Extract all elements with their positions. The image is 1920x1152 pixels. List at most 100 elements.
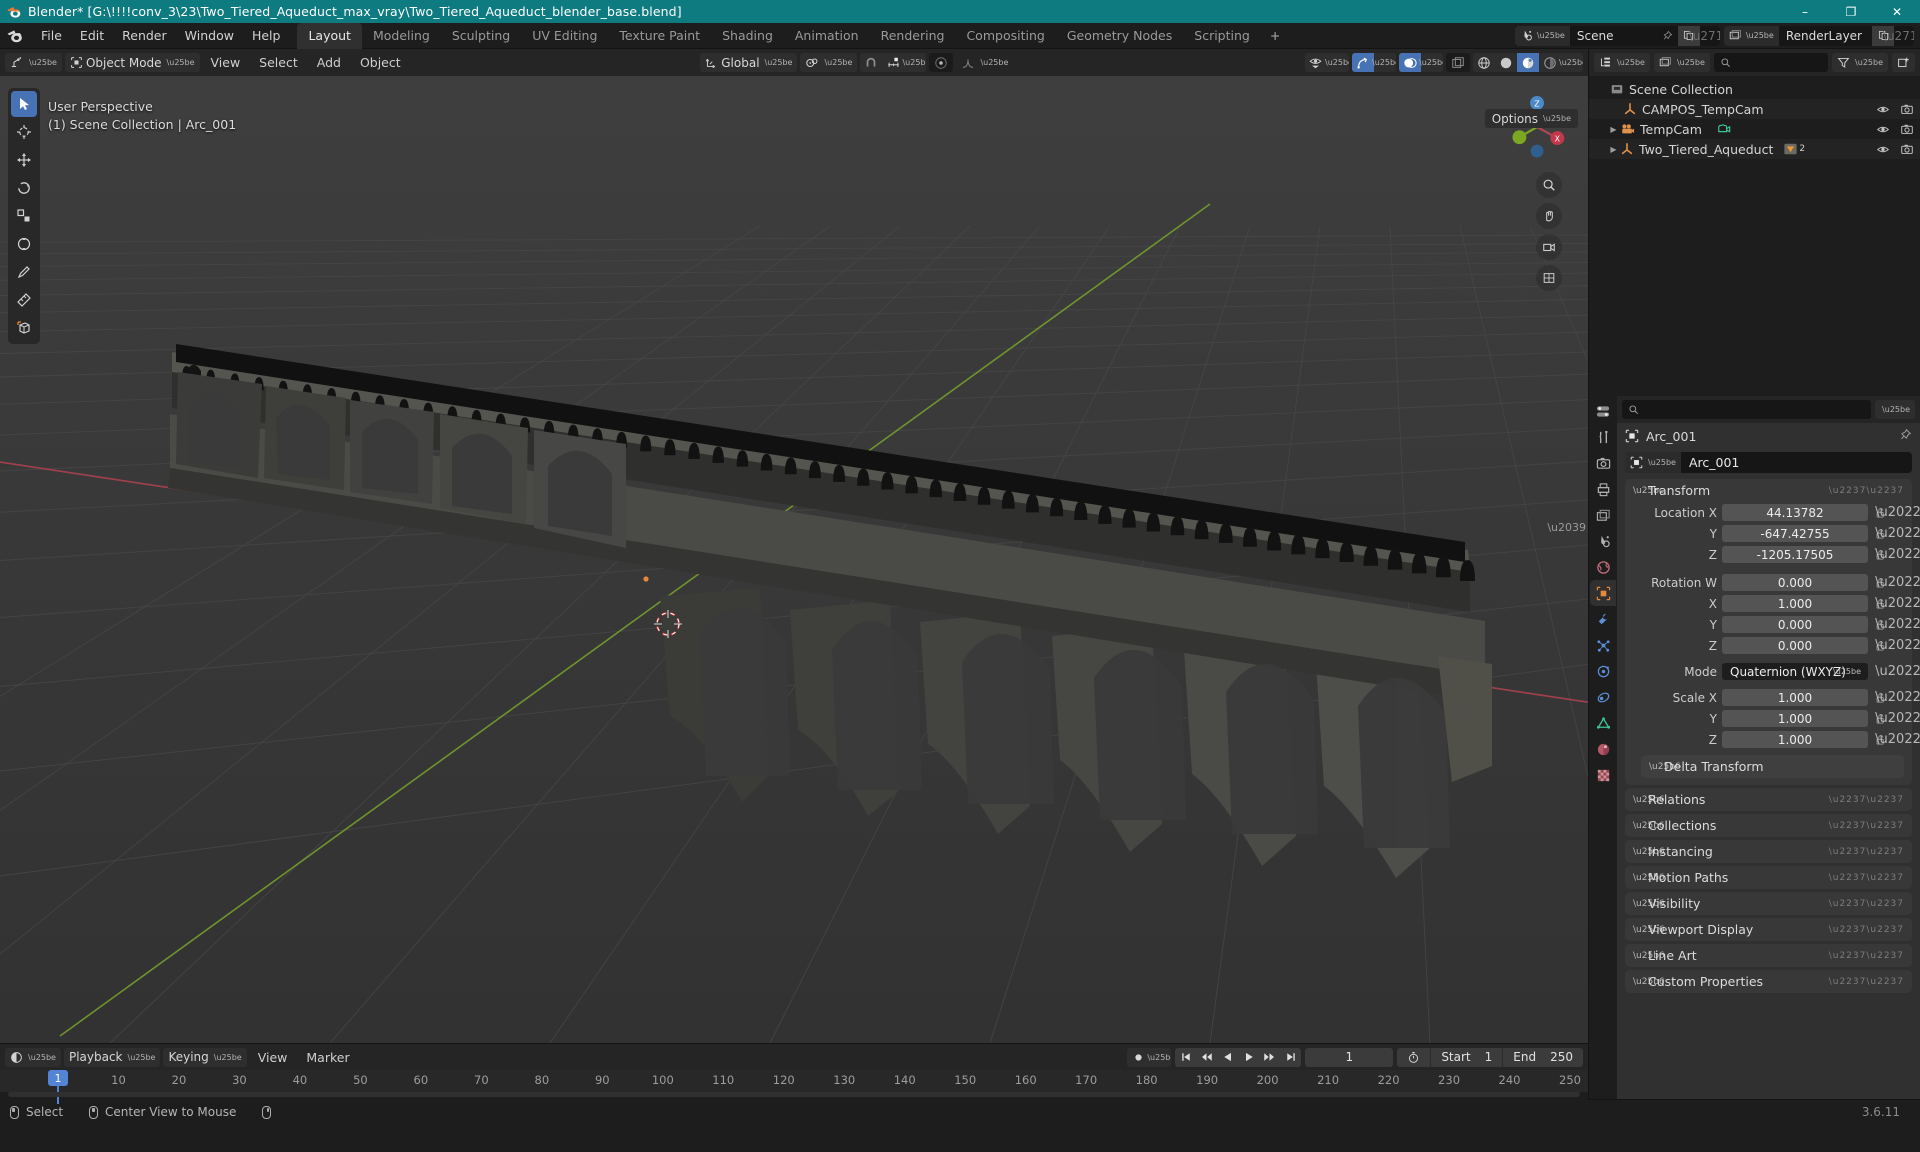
scene-selector[interactable]: \u25be Scene \u2715 — [1514, 25, 1720, 46]
menu-render[interactable]: Render — [113, 25, 176, 46]
tab-layout[interactable]: Layout — [297, 22, 362, 49]
location-x-field[interactable]: 44.13782 — [1722, 504, 1868, 521]
outliner-row-two-tiered-aqueduct[interactable]: ▶ Two_Tiered_Aqueduct 2 — [1589, 139, 1920, 159]
menu-edit[interactable]: Edit — [71, 25, 113, 46]
tab-texture-paint[interactable]: Texture Paint — [608, 23, 711, 49]
camera-render-icon[interactable] — [1900, 103, 1914, 116]
camera-badge-icon[interactable] — [1716, 122, 1732, 136]
jump-to-end-button[interactable] — [1280, 1048, 1301, 1067]
camera-render-icon[interactable] — [1900, 143, 1914, 156]
object-properties-tab[interactable] — [1590, 580, 1616, 606]
properties-options-chevron[interactable]: \u25be — [1875, 400, 1915, 419]
play-reverse-button[interactable] — [1217, 1048, 1238, 1067]
particle-properties-tab[interactable] — [1590, 632, 1616, 658]
tool-transform[interactable] — [11, 231, 37, 257]
timeline-menu-view[interactable]: View — [250, 1048, 296, 1067]
tab-compositing[interactable]: Compositing — [955, 23, 1055, 49]
modifier-properties-tab[interactable] — [1590, 606, 1616, 632]
tab-shading[interactable]: Shading — [711, 23, 784, 49]
animate-property-dot[interactable]: \u2022 — [1875, 691, 1920, 704]
pan-view-icon[interactable] — [1536, 203, 1562, 229]
pin-id-icon[interactable] — [1899, 428, 1912, 444]
relations-panel[interactable]: \u25b6 Relations \u2237\u2237 — [1625, 788, 1912, 811]
collections-panel-header[interactable]: \u25b6 Collections \u2237\u2237 — [1625, 814, 1912, 837]
menu-window[interactable]: Window — [176, 25, 243, 46]
toggle-orthographic-icon[interactable] — [1536, 265, 1562, 291]
custom-properties-panel-header[interactable]: \u25b6 Custom Properties \u2237\u2237 — [1625, 970, 1912, 993]
tool-rotate[interactable] — [11, 175, 37, 201]
outliner-row-tempcam[interactable]: ▶ TempCam — [1589, 119, 1920, 139]
snap-magnet-icon[interactable] — [860, 53, 882, 72]
outliner-display-mode-selector[interactable]: \u25be — [1653, 53, 1710, 72]
interaction-mode-selector[interactable]: Object Mode \u25be — [64, 53, 200, 72]
motion-paths-panel[interactable]: \u25b6 Motion Paths \u2237\u2237 — [1625, 866, 1912, 889]
tool-cursor[interactable] — [11, 119, 37, 145]
timeline-editor-type-selector[interactable]: \u25be — [5, 1047, 61, 1067]
animate-property-dot[interactable]: \u2022 — [1875, 576, 1920, 589]
material-properties-tab[interactable] — [1590, 736, 1616, 762]
outliner-tree[interactable]: Scene Collection CAMPOS_TempCam ▶ TempCa… — [1589, 76, 1920, 396]
proportional-editing-toggle[interactable] — [929, 53, 954, 72]
animate-property-dot[interactable]: \u2022 — [1875, 548, 1920, 561]
xray-toggle[interactable] — [1445, 53, 1470, 72]
properties-editor-type-selector[interactable] — [1590, 398, 1616, 424]
snap-increment-icon[interactable] — [882, 53, 904, 72]
tool-tweak-select[interactable] — [11, 91, 37, 117]
new-collection-button[interactable] — [1892, 53, 1915, 72]
location-z-field[interactable]: -1205.17505 — [1722, 546, 1868, 563]
editor-type-selector[interactable]: \u25be — [5, 53, 62, 72]
tab-scripting[interactable]: Scripting — [1183, 23, 1261, 49]
animate-property-dot[interactable]: \u2022 — [1875, 506, 1920, 519]
relations-panel-header[interactable]: \u25b6 Relations \u2237\u2237 — [1625, 788, 1912, 811]
tab-sculpting[interactable]: Sculpting — [441, 23, 521, 49]
scale-y-field[interactable]: 1.000 — [1722, 710, 1868, 727]
scale-z-field[interactable]: 1.000 — [1722, 731, 1868, 748]
sidebar-collapse-arrow[interactable]: \u2039 — [1547, 521, 1586, 534]
animate-property-dot[interactable]: \u2022 — [1875, 527, 1920, 540]
object-name-field[interactable]: \u25be Arc_001 — [1625, 452, 1912, 473]
overlays-dropdown-chevron[interactable]: \u25be — [1419, 53, 1443, 72]
menu-help[interactable]: Help — [243, 25, 290, 46]
proportional-falloff-selector[interactable]: \u25be — [956, 53, 1013, 72]
scene-icon[interactable]: \u25be — [1514, 25, 1570, 46]
delta-transform-header[interactable]: \u25b6 Delta Transform — [1641, 755, 1904, 778]
minimize-button[interactable]: – — [1782, 0, 1828, 23]
rotation-z-field[interactable]: 0.000 — [1722, 637, 1868, 654]
snap-pivot-point-button[interactable]: \u25be — [800, 53, 858, 72]
outliner-editor-type-selector[interactable]: \u25be — [1594, 53, 1650, 72]
animate-property-dot[interactable]: \u2022 — [1875, 712, 1920, 725]
view-layer-properties-tab[interactable] — [1590, 502, 1616, 528]
start-frame-field[interactable]: Start 1 — [1430, 1047, 1502, 1067]
tab-geometry-nodes[interactable]: Geometry Nodes — [1056, 23, 1183, 49]
viewport-menu-add[interactable]: Add — [309, 53, 349, 72]
animate-property-dot[interactable]: \u2022 — [1875, 597, 1920, 610]
viewport-menu-object[interactable]: Object — [352, 53, 409, 72]
visibility-dropdown-chevron[interactable]: \u25be — [1325, 53, 1349, 72]
delta-transform-subpanel[interactable]: \u25b6 Delta Transform — [1641, 755, 1904, 778]
rotation-x-field[interactable]: 1.000 — [1722, 595, 1868, 612]
timeline-body[interactable] — [0, 1092, 1588, 1100]
motion-paths-panel-header[interactable]: \u25b6 Motion Paths \u2237\u2237 — [1625, 866, 1912, 889]
viewport-display-panel-header[interactable]: \u25b6 Viewport Display \u2237\u2237 — [1625, 918, 1912, 941]
timeline-menu-marker[interactable]: Marker — [298, 1048, 357, 1067]
custom-properties-panel[interactable]: \u25b6 Custom Properties \u2237\u2237 — [1625, 970, 1912, 993]
animate-property-dot[interactable]: \u2022 — [1875, 733, 1920, 746]
line-art-panel[interactable]: \u25b6 Line Art \u2237\u2237 — [1625, 944, 1912, 967]
tool-measure[interactable] — [11, 287, 37, 313]
rotation-y-field[interactable]: 0.000 — [1722, 616, 1868, 633]
end-frame-field[interactable]: End 250 — [1502, 1047, 1583, 1067]
tab-rendering[interactable]: Rendering — [870, 23, 956, 49]
tool-add-cube[interactable] — [11, 315, 37, 341]
outliner-search-input[interactable] — [1713, 53, 1829, 72]
view-layer-icon[interactable]: \u25be — [1723, 25, 1779, 46]
animate-property-dot[interactable]: \u2022 — [1875, 618, 1920, 631]
scene-properties-tab[interactable] — [1590, 528, 1616, 554]
visibility-panel-header[interactable]: \u25b6 Visibility \u2237\u2237 — [1625, 892, 1912, 915]
wireframe-shading-icon[interactable] — [1473, 53, 1495, 72]
tool-properties-tab[interactable] — [1590, 424, 1616, 450]
instancing-panel-header[interactable]: \u25b6 Instancing \u2237\u2237 — [1625, 840, 1912, 863]
rotation-mode-dropdown[interactable]: Quaternion (WXYZ) \u25be — [1722, 663, 1868, 680]
tab-modeling[interactable]: Modeling — [362, 23, 441, 49]
animate-property-dot[interactable]: \u2022 — [1875, 665, 1920, 678]
outliner-row-campos-tempcam[interactable]: CAMPOS_TempCam — [1589, 99, 1920, 119]
